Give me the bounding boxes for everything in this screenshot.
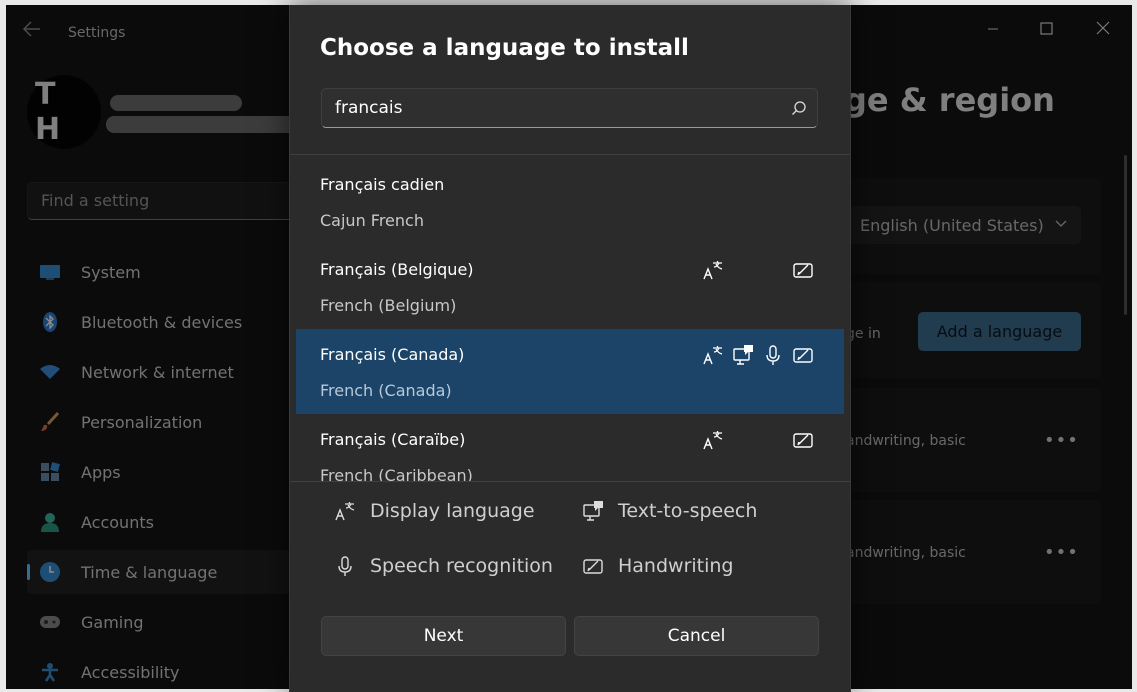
language-native-name: Français (Caraïbe) — [320, 430, 466, 449]
text-to-speech-icon — [582, 499, 604, 523]
language-native-name: Français (Canada) — [320, 345, 465, 364]
language-list: Français cadien Cajun French Français (B… — [296, 159, 844, 481]
legend-label: Display language — [370, 500, 535, 522]
handwriting-icon — [793, 263, 813, 278]
language-native-name: Français cadien — [320, 175, 445, 194]
language-option-french-caribbean[interactable]: Français (Caraïbe) French (Caribbean) — [296, 414, 844, 481]
divider — [290, 481, 850, 482]
text-to-speech-icon — [733, 345, 753, 365]
language-english-name: French (Canada) — [320, 381, 452, 400]
legend-label: Speech recognition — [370, 555, 553, 577]
legend-display-language: Display language — [334, 499, 535, 523]
handwriting-icon — [582, 554, 604, 578]
legend-handwriting: Handwriting — [582, 554, 734, 578]
divider — [290, 154, 850, 155]
handwriting-icon — [793, 348, 813, 363]
legend-text-to-speech: Text-to-speech — [582, 499, 757, 523]
display-language-icon — [703, 431, 723, 450]
language-option-french-belgium[interactable]: Français (Belgique) French (Belgium) — [296, 244, 844, 329]
legend-label: Handwriting — [618, 555, 734, 577]
language-english-name: French (Belgium) — [320, 296, 457, 315]
language-search-box[interactable] — [321, 88, 818, 128]
next-button[interactable]: Next — [321, 616, 566, 656]
language-option-cajun-french[interactable]: Français cadien Cajun French — [296, 159, 844, 244]
language-english-name: French (Caribbean) — [320, 466, 473, 481]
language-native-name: Français (Belgique) — [320, 260, 474, 279]
language-option-french-canada[interactable]: Français (Canada) French (Canada) — [296, 329, 844, 414]
microphone-icon — [766, 345, 780, 365]
legend-label: Text-to-speech — [618, 500, 758, 522]
choose-language-dialog: Choose a language to install Français ca… — [289, 5, 851, 692]
dialog-title: Choose a language to install — [320, 35, 689, 61]
handwriting-icon — [793, 433, 813, 448]
language-english-name: Cajun French — [320, 211, 424, 230]
display-language-icon — [703, 261, 723, 280]
cancel-button[interactable]: Cancel — [574, 616, 819, 656]
display-language-icon — [334, 499, 356, 523]
language-search-input[interactable] — [322, 89, 762, 127]
microphone-icon — [334, 554, 356, 578]
search-icon[interactable] — [791, 100, 807, 116]
legend-speech-recognition: Speech recognition — [334, 554, 553, 578]
display-language-icon — [703, 346, 723, 365]
